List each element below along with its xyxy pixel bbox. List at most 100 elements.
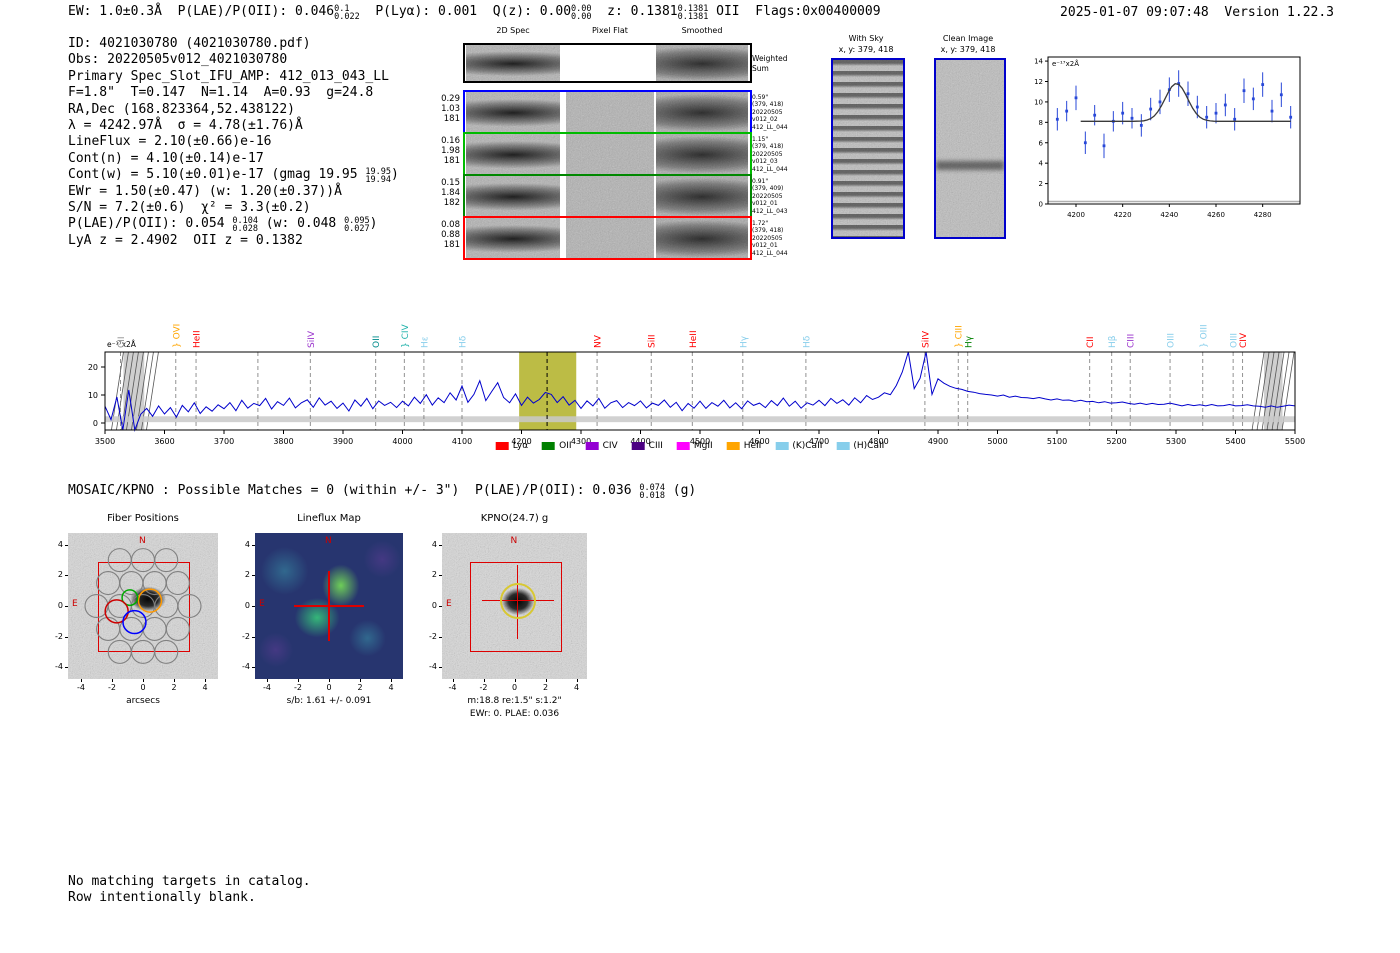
x-tick-label: 4 [573, 683, 580, 692]
emission-line-label: OIII [1167, 333, 1177, 348]
fiber-id-label: 1.72" (379, 418) 20220505 v012_01 412_LL_044 [752, 220, 788, 257]
emission-line-label: } CIII [955, 325, 965, 348]
legend-label: OII [559, 441, 572, 451]
x-tick [360, 679, 361, 682]
fit-axes-box [1047, 56, 1301, 205]
flux-point [1177, 82, 1181, 85]
x-tick-label: 5500 [1285, 437, 1305, 446]
x-tick-label: 2 [171, 683, 177, 692]
legend-item: (H)CaII [836, 441, 884, 451]
info-line: LyA z = 2.4902 OII z = 0.1382 [68, 232, 303, 248]
legend-label: HeII [743, 441, 762, 451]
masked-band [123, 352, 145, 430]
x-tick [81, 679, 82, 682]
y-tick [252, 636, 255, 638]
fiber-id-label: 0.91" (379, 409) 20220505 v012_01 412_LL_043 [752, 178, 788, 215]
legend-label: MgII [693, 441, 713, 451]
emission-line-label: SiIV [307, 330, 317, 348]
flux-point [1111, 119, 1115, 123]
flux-point [1121, 111, 1125, 115]
footer-line: No matching targets in catalog. [68, 874, 311, 889]
x-tick-label: 5400 [1225, 437, 1245, 446]
info-line: Cont(w) = 5.10(±0.01)e-17 (gmag 19.95 19… [68, 167, 399, 186]
info-line: λ = 4242.97Å σ = 4.78(±1.76)Å [68, 117, 303, 133]
timestamp-version: 2025-01-07 09:07:48 Version 1.22.3 [1060, 5, 1334, 20]
aperture-circle [499, 582, 536, 619]
stacked-value: 0.095 0.027 [344, 216, 370, 235]
noise-image [936, 60, 1004, 237]
y-tick [252, 575, 255, 577]
compass-north-label: N [510, 536, 518, 546]
legend-item: CIV [585, 441, 618, 451]
emission-line-label: SiIV [921, 330, 931, 348]
x-tick [112, 679, 113, 682]
x-tick-label: -2 [479, 683, 488, 692]
fiber-circle [154, 639, 179, 664]
fit-units-label: e⁻¹⁷x2Å [1052, 59, 1079, 68]
info-line: Cont(n) = 4.10(±0.14)e-17 [68, 150, 264, 166]
x-tick-label: 4900 [928, 437, 948, 446]
y-tick-label: 20 [88, 363, 98, 372]
y-tick-label: 0 [93, 419, 98, 428]
x-tick [545, 679, 547, 682]
y-tick [439, 606, 442, 607]
fiber-circle [130, 639, 156, 664]
hatch-line [116, 351, 129, 431]
flux-point [1261, 83, 1265, 86]
y-tick-label: 12 [1034, 78, 1043, 86]
emission-line-label: } OIII [1199, 324, 1209, 348]
emission-line-label: Hγ [964, 335, 974, 348]
x-tick-label: 5100 [1047, 437, 1067, 446]
x-tick-label: 3700 [214, 437, 234, 446]
emission-line-label: CII [1086, 336, 1096, 348]
y-tick-label: 0 [1039, 201, 1043, 209]
report-datetime: 2025-01-07 09:07:48 [1060, 5, 1209, 20]
x-tick-label: 3800 [273, 437, 293, 446]
y-tick-label: 14 [1034, 58, 1043, 66]
flux-point [1289, 115, 1293, 119]
emission-line-label: CII [117, 336, 127, 348]
info-line: F=1.8" T=0.147 N=1.14 A=0.93 g=24.8 [68, 85, 374, 101]
x-tick-label: 5300 [1166, 437, 1186, 446]
legend-swatch [775, 442, 789, 450]
spec2d-row-border [463, 43, 752, 83]
x-tick [143, 679, 144, 682]
x-tick [205, 679, 206, 682]
hatch-line [126, 351, 139, 431]
selected-fiber-circle [104, 599, 129, 624]
legend-swatch [726, 442, 740, 450]
x-tick-label: 0 [511, 683, 518, 692]
x-tick [576, 679, 578, 682]
hatch-line [146, 351, 159, 431]
spectrum-line [104, 351, 1296, 432]
flux-point [1214, 111, 1218, 115]
legend-swatch [836, 442, 850, 450]
y-tick-label: 2 [57, 570, 63, 580]
emission-line-label: Hε [420, 336, 430, 348]
fiber-circle [177, 593, 202, 619]
fiber-circle [154, 593, 179, 619]
info-line: P(LAE)/P(OII): 0.054 0.104 0.028 (w: 0.04… [68, 216, 378, 235]
hatch-line [1266, 351, 1280, 431]
y-tick-label: 0 [244, 601, 250, 610]
spec2d-row-border [463, 216, 752, 260]
spectrum-units-label: e⁻¹⁷x2Å [107, 340, 137, 349]
y-tick-label: 2 [431, 570, 437, 580]
y-tick-label: 6 [1039, 139, 1044, 147]
hatch-line [1256, 351, 1270, 431]
fiber-weight-label: 0.08 0.88 181 [441, 220, 460, 250]
x-tick-label: 0 [326, 683, 332, 692]
spec2d-row-border [463, 90, 752, 134]
emission-line-label: } OVI [172, 324, 182, 348]
fiber-id-label: Weighted Sum [752, 54, 788, 73]
legend-label: CIV [602, 441, 618, 451]
x-tick [483, 679, 485, 682]
spectrum-line-legend: Lyα OII CIV CIII MgII HeII (K)CaII (H)CaII [495, 441, 884, 451]
legend-item: HeII [726, 441, 762, 451]
x-tick-label: 2 [542, 683, 549, 692]
masked-band [1264, 352, 1283, 430]
clean-image [934, 58, 1006, 239]
legend-label: CIII [648, 441, 663, 451]
fiber-circle [154, 548, 179, 573]
